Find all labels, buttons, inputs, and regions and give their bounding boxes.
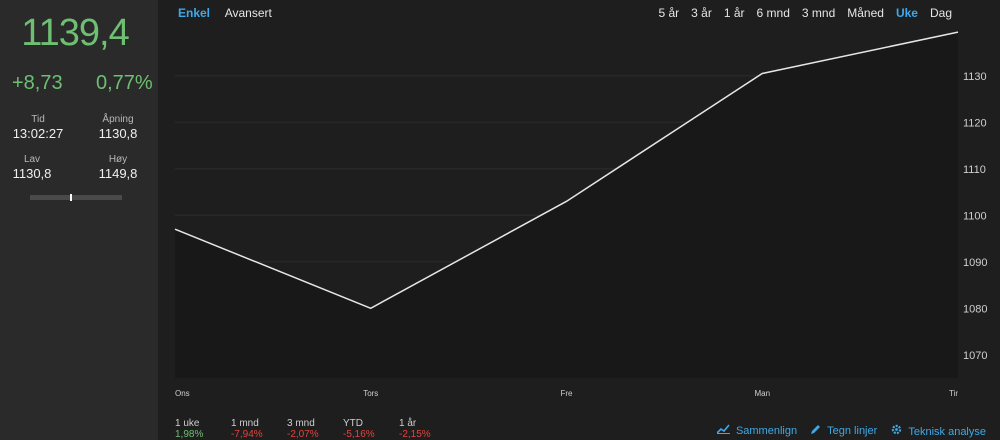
gear-icon: [891, 424, 905, 438]
high-label: Høy: [108, 154, 128, 165]
low-stat: Lav 1130,8: [0, 154, 67, 181]
pencil-icon: [811, 425, 824, 437]
y-tick-label: 1120: [963, 117, 987, 129]
high-value: 1149,8: [98, 166, 138, 181]
performance-value: -2,15%: [399, 429, 431, 440]
low-label: Lav: [23, 154, 41, 165]
y-tick-label: 1070: [963, 350, 987, 362]
high-stat: Høy 1149,8: [83, 154, 153, 181]
performance-summary: 1 uke 1,98% 1 mnd -7,94% 3 mnd -2,07% YTD -5,16…: [175, 418, 435, 440]
last-price: 1139,4: [21, 12, 129, 54]
performance-value: 1,98%: [175, 429, 204, 440]
performance-label: 1 uke: [175, 418, 200, 429]
compare-button[interactable]: Sammenlign: [716, 424, 798, 438]
x-tick-label: Tors: [363, 389, 378, 398]
performance-item: 1 mnd -7,94%: [231, 418, 267, 440]
time-stat: Tid 13:02:27: [3, 114, 73, 141]
change-absolute: +8,73: [12, 72, 63, 94]
day-range-bar: [30, 194, 122, 201]
y-tick-label: 1100: [963, 210, 987, 222]
draw-lines-label: Tegn linjer: [827, 425, 878, 437]
price-chart[interactable]: 1070 1080 1090 1100 1110 1120 1130 Ons Tors Fre M…: [158, 0, 1000, 405]
day-range-marker: [70, 194, 73, 201]
quote-panel: 1139,4 +8,73 0,77% Tid 13:02:27 Åpning 1…: [0, 0, 158, 440]
performance-value: -2,07%: [287, 429, 319, 440]
performance-label: 1 mnd: [231, 418, 259, 429]
y-tick-label: 1080: [963, 303, 987, 315]
time-label: Tid: [31, 114, 45, 125]
compare-label: Sammenlign: [735, 425, 798, 437]
draw-lines-button[interactable]: Tegn linjer: [811, 424, 877, 438]
x-tick-label: Man: [754, 389, 770, 398]
low-value: 1130,8: [12, 166, 52, 181]
open-value: 1130,8: [98, 126, 138, 141]
y-tick-label: 1090: [963, 257, 987, 269]
x-tick-label: Fre: [561, 389, 574, 398]
performance-label: YTD: [343, 418, 363, 429]
performance-label: 1 år: [399, 418, 417, 429]
price-area-fill: [175, 32, 958, 378]
performance-item: 3 mnd -2,07%: [287, 418, 323, 440]
y-tick-label: 1130: [963, 71, 987, 83]
line-chart-icon: [716, 424, 733, 437]
performance-item: 1 uke 1,98%: [175, 418, 211, 440]
time-value: 13:02:27: [12, 126, 64, 141]
open-label: Åpning: [102, 114, 134, 125]
performance-value: -7,94%: [231, 429, 263, 440]
chart-area: Enkel Avansert 5 år 3 år 1 år 6 mnd 3 mnd Mån…: [158, 0, 1000, 440]
technical-analysis-label: Teknisk analyse: [908, 426, 986, 438]
y-tick-label: 1110: [963, 164, 986, 176]
chart-tools: Sammenlign Tegn linjer Teknisk analyse: [716, 424, 986, 438]
performance-value: -5,16%: [343, 429, 375, 440]
open-stat: Åpning 1130,8: [83, 114, 153, 141]
x-tick-label: Ons: [175, 389, 190, 398]
change-percent: 0,77%: [96, 72, 153, 94]
x-tick-label: Tir: [949, 389, 958, 398]
performance-item: 1 år -2,15%: [399, 418, 435, 440]
technical-analysis-button[interactable]: Teknisk analyse: [891, 424, 986, 438]
performance-item: YTD -5,16%: [343, 418, 379, 440]
performance-label: 3 mnd: [287, 418, 315, 429]
